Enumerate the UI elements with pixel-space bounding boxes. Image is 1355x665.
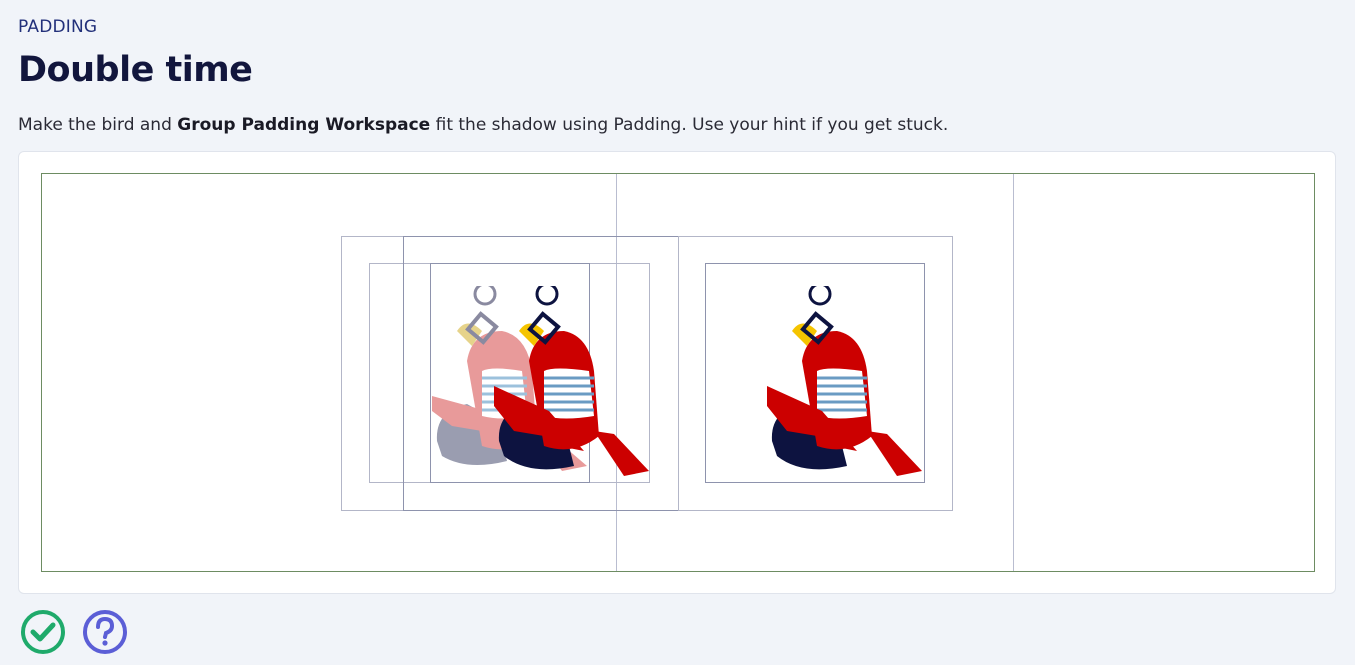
bird-target <box>767 286 922 476</box>
page-title: Double time <box>18 50 253 90</box>
bird-main[interactable] <box>489 286 649 486</box>
instructions-text-post: fit the shadow using Padding. Use your h… <box>430 115 949 135</box>
instructions: Make the bird and Group Padding Workspac… <box>18 115 948 135</box>
guide-line-vertical-2 <box>1013 174 1014 571</box>
instructions-bold-workspace: Group Padding Workspace <box>177 115 431 135</box>
instructions-text-pre: Make the bird and <box>18 115 178 135</box>
exercise-card <box>18 151 1336 594</box>
question-circle-icon[interactable] <box>82 609 128 655</box>
lesson-eyebrow: PADDING <box>18 17 98 37</box>
check-circle-icon[interactable] <box>20 609 66 655</box>
group-padding-workspace[interactable] <box>41 173 1315 572</box>
